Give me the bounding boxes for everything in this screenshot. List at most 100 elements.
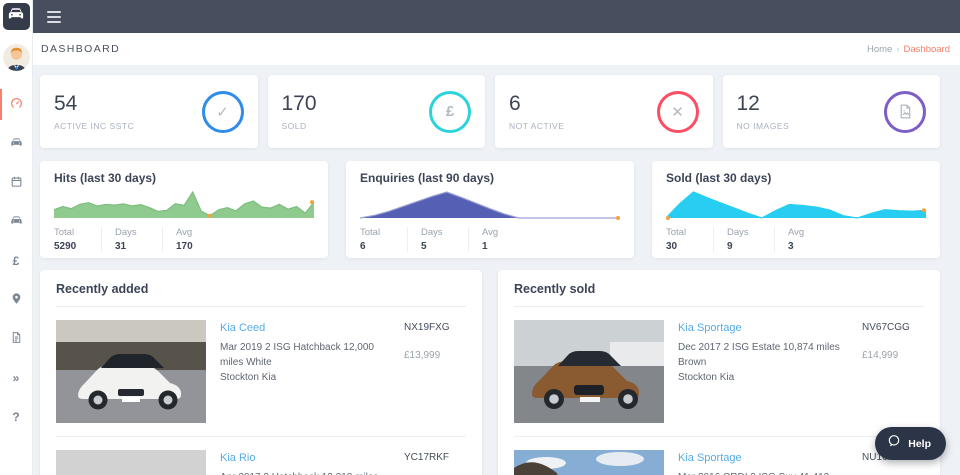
pound-icon: £ xyxy=(429,90,471,133)
chart-stats: Total 6 Days 5 Avg 1 xyxy=(360,227,499,252)
vehicle-registration: NX19FXG xyxy=(404,322,450,333)
chart-title: Hits (last 30 days) xyxy=(54,171,157,185)
chat-bubble-icon xyxy=(886,433,902,454)
stat-card-active[interactable]: 54 ACTIVE INC SSTC ✓ xyxy=(40,75,258,148)
breadcrumb: Home › Dashboard xyxy=(867,44,950,55)
vehicle-title-link[interactable]: Kia Sportage xyxy=(678,322,854,334)
vehicle-registration: NV67CGG xyxy=(862,322,910,333)
chart-stats: Total 30 Days 9 Avg 3 xyxy=(666,227,805,252)
vehicle-price: £14,999 xyxy=(862,350,899,361)
list-item: Kia Sportage Mar 2016 CRDI 3 ISG Suv 41,… xyxy=(514,437,924,475)
vehicle-dealer: Stockton Kia xyxy=(220,372,277,383)
vehicle-info: Kia Ceed Mar 2019 2 ISG Hatchback 12,000… xyxy=(206,320,404,423)
vehicle-meta: NV67CGG £14,999 xyxy=(862,320,924,423)
chart-title: Sold (last 30 days) xyxy=(666,171,772,185)
help-button-label: Help xyxy=(908,437,931,450)
double-chevron-right-icon: » xyxy=(12,370,20,385)
vehicle-title-link[interactable]: Kia Sportage xyxy=(678,452,854,464)
vehicle-price: £13,999 xyxy=(404,350,441,361)
stat-label: SOLD xyxy=(281,120,307,131)
stat-value: 170 xyxy=(281,91,317,115)
hamburger-icon[interactable] xyxy=(47,10,61,23)
sidebar-nav: £ » ? xyxy=(0,85,32,436)
breadcrumb-home-link[interactable]: Home xyxy=(867,44,892,55)
vehicle-lists-row: Recently added Kia Ceed Mar 2019 2 ISG H… xyxy=(40,270,940,475)
vehicle-title-link[interactable]: Kia Rio xyxy=(220,452,396,464)
sidebar-item-stock[interactable] xyxy=(0,202,32,241)
sidebar-item-sales[interactable]: £ xyxy=(0,241,32,280)
sidebar-item-support[interactable]: ? xyxy=(0,397,32,436)
sidebar-item-collapse[interactable]: » xyxy=(0,358,32,397)
list-item: Image Coming Soon Kia Rio Apr 2017 2 Hat… xyxy=(56,437,466,475)
car-icon xyxy=(10,214,23,230)
stat-label: NOT ACTIVE xyxy=(509,120,565,131)
vehicle-meta: YC17RKF £8,999 xyxy=(404,450,466,475)
sidebar-item-calendar[interactable] xyxy=(0,163,32,202)
vehicle-meta: NX19FXG £13,999 xyxy=(404,320,466,423)
main-area: DASHBOARD Home › Dashboard 54 ACTIVE INC… xyxy=(33,0,960,475)
user-avatar[interactable] xyxy=(2,44,30,71)
stat-value: 54 xyxy=(54,91,78,115)
sidebar-item-reports[interactable] xyxy=(0,319,32,358)
stat-card-no-images[interactable]: 12 NO IMAGES xyxy=(722,75,940,148)
check-icon: ✓ xyxy=(201,90,244,133)
hits-chart-card: Hits (last 30 days) Total 5290 Days 31 Avg… xyxy=(40,161,328,258)
vehicle-description: Dec 2017 2 ISG Estate 10,874 miles Brown xyxy=(678,342,840,368)
speedometer-icon xyxy=(10,97,23,113)
sidebar-item-locations[interactable] xyxy=(0,280,32,319)
pound-icon: £ xyxy=(12,253,20,268)
car-icon xyxy=(10,136,23,152)
stat-card-sold[interactable]: 170 SOLD £ xyxy=(267,75,485,148)
app-root: £ » ? DASHBOARD Home › Dashboard 54 ACTI… xyxy=(0,0,960,475)
calendar-icon xyxy=(10,175,23,191)
stat-card-row: 54 ACTIVE INC SSTC ✓ 170 SOLD £ 6 NOT AC… xyxy=(40,75,940,148)
page-title: DASHBOARD xyxy=(41,43,121,55)
chart-card-row: Hits (last 30 days) Total 5290 Days 31 Avg… xyxy=(40,161,940,258)
chart-title: Enquiries (last 90 days) xyxy=(360,171,495,185)
vehicle-description: Mar 2019 2 ISG Hatchback 12,000 miles Wh… xyxy=(220,342,374,368)
hits-sparkline-chart xyxy=(53,190,315,218)
cross-icon: ✕ xyxy=(656,90,699,133)
vehicle-registration: YC17RKF xyxy=(404,452,450,463)
document-icon xyxy=(10,331,23,347)
brand-logo[interactable] xyxy=(2,3,30,30)
car-icon xyxy=(7,5,25,28)
enquiries-sparkline-chart xyxy=(359,191,620,220)
list-title: Recently added xyxy=(56,282,466,307)
vehicle-photo[interactable] xyxy=(514,450,664,475)
content: 54 ACTIVE INC SSTC ✓ 170 SOLD £ 6 NOT AC… xyxy=(33,65,960,475)
stat-label: ACTIVE INC SSTC xyxy=(54,120,135,131)
list-title: Recently sold xyxy=(514,282,924,307)
enquiries-chart-card: Enquiries (last 90 days) Total 6 Days 5 Av… xyxy=(346,161,634,258)
chart-stats: Total 5290 Days 31 Avg 170 xyxy=(54,227,193,252)
stat-label: NO IMAGES xyxy=(736,120,790,131)
vehicle-description: Mar 2016 CRDI 3 ISG Suv 41,413 miles Whi… xyxy=(678,470,854,475)
vehicle-info: Kia Sportage Dec 2017 2 ISG Estate 10,87… xyxy=(664,320,862,423)
page-header: DASHBOARD Home › Dashboard xyxy=(33,33,960,65)
sidebar-item-vehicles[interactable] xyxy=(0,124,32,163)
recently-added-card: Recently added Kia Ceed Mar 2019 2 ISG H… xyxy=(40,270,482,475)
sidebar-item-dashboard[interactable] xyxy=(0,85,32,124)
vehicle-title-link[interactable]: Kia Ceed xyxy=(220,322,396,334)
vehicle-dealer: Stockton Kia xyxy=(678,372,735,383)
list-item: Kia Ceed Mar 2019 2 ISG Hatchback 12,000… xyxy=(56,307,466,437)
vehicle-photo-placeholder[interactable]: Image Coming Soon xyxy=(56,450,206,475)
chevron-right-icon: › xyxy=(896,43,900,55)
image-coming-soon-text: Image Coming Soon xyxy=(56,450,206,475)
image-file-icon xyxy=(884,90,926,133)
recently-sold-card: Recently sold Kia Sportage Dec 2017 2 IS… xyxy=(498,270,940,475)
question-icon: ? xyxy=(12,409,20,424)
sold-chart-card: Sold (last 30 days) Total 30 Days 9 Avg 3 xyxy=(652,161,940,258)
stat-card-not-active[interactable]: 6 NOT ACTIVE ✕ xyxy=(495,75,713,148)
stat-value: 6 xyxy=(509,91,521,115)
topbar xyxy=(33,0,960,33)
sold-sparkline-chart xyxy=(665,191,927,220)
stat-value: 12 xyxy=(736,91,760,115)
list-item: Kia Sportage Dec 2017 2 ISG Estate 10,87… xyxy=(514,307,924,437)
vehicle-photo[interactable] xyxy=(514,320,664,423)
help-button[interactable]: Help xyxy=(875,427,946,460)
vehicle-info: Kia Rio Apr 2017 2 Hatchback 12,218 mile… xyxy=(206,450,404,475)
map-pin-icon xyxy=(10,292,23,308)
vehicle-photo[interactable] xyxy=(56,320,206,423)
vehicle-info: Kia Sportage Mar 2016 CRDI 3 ISG Suv 41,… xyxy=(664,450,862,475)
